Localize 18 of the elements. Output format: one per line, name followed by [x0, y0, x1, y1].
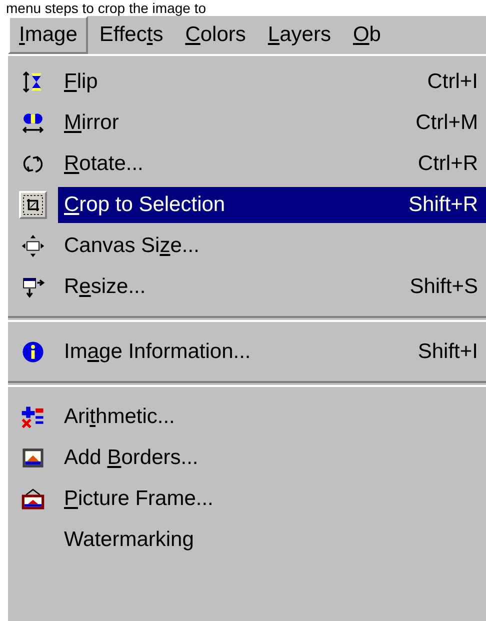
menu-item[interactable]: Flip Ctrl+I	[58, 64, 486, 100]
menu-item[interactable]: Arithmetic...	[58, 398, 486, 434]
menu-item[interactable]: Canvas Size...	[58, 228, 486, 264]
menu-title[interactable]: Layers	[256, 16, 342, 54]
menu-item[interactable]: Add Borders...	[58, 440, 486, 476]
menu-item[interactable]: Resize... Shift+S	[58, 268, 486, 304]
menu-title[interactable]: Effects	[88, 16, 174, 54]
body-text: menu steps to crop the image to	[5, 0, 207, 16]
menu-item[interactable]: Crop to Selection Shift+R	[58, 186, 486, 222]
menu-item[interactable]: Watermarking	[58, 522, 486, 558]
menu-item[interactable]: Image Information... Shift+I	[58, 334, 486, 370]
crop-icon	[19, 190, 47, 218]
menu-item[interactable]: Rotate... Ctrl+R	[58, 146, 486, 182]
menu-item[interactable]: Picture Frame...	[58, 480, 486, 516]
menu-item[interactable]: Mirror Ctrl+M	[58, 104, 486, 140]
menu-title[interactable]: Colors	[174, 16, 257, 54]
menu-title[interactable]: Ob	[342, 16, 392, 54]
menu-title[interactable]: Image	[8, 16, 88, 54]
